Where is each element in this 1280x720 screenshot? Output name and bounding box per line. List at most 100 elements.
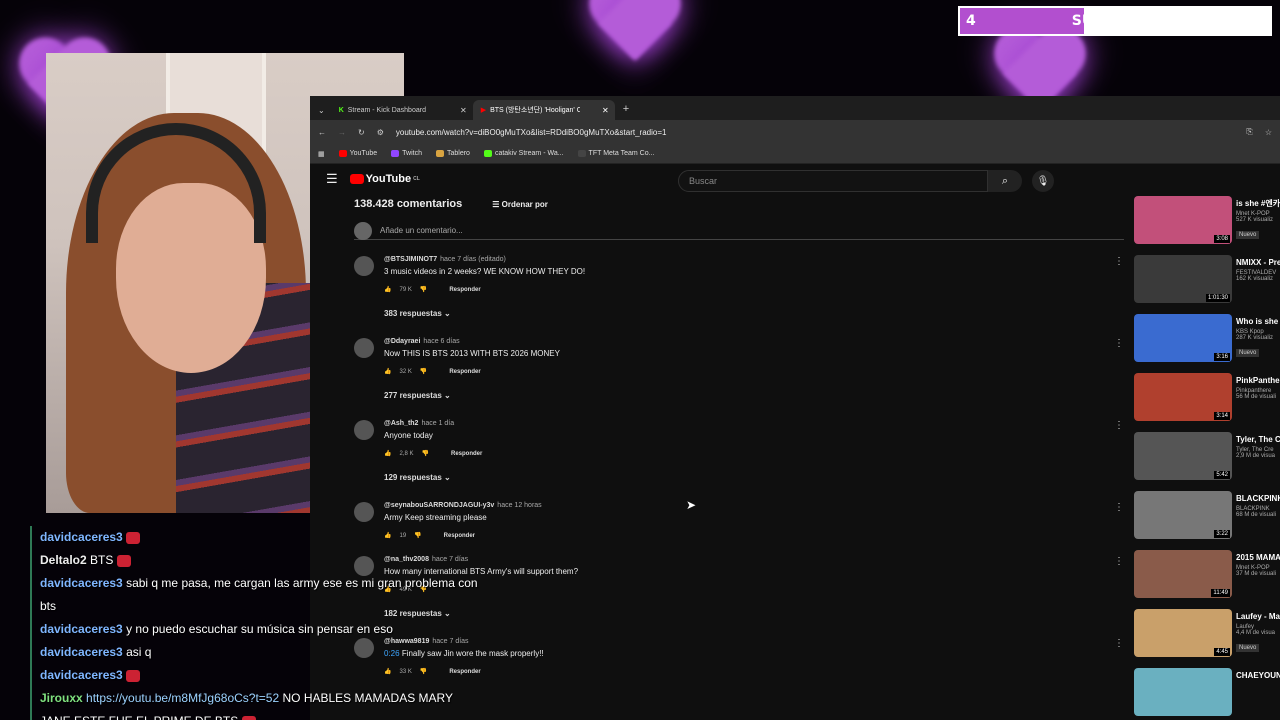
comment-time[interactable]: hace 6 días <box>423 338 459 345</box>
apps-icon[interactable]: ▦ <box>318 150 325 158</box>
kick-icon <box>483 150 492 157</box>
bookmark-tft-meta[interactable]: TFT Meta Team Co... <box>577 150 654 157</box>
reload-icon[interactable]: ↻ <box>358 128 365 137</box>
dislike-icon[interactable]: 👎 <box>420 368 427 375</box>
more-options-icon[interactable]: ⋮ <box>1114 420 1124 431</box>
chat-text: y no puedo escuchar su música sin pensar… <box>126 622 393 636</box>
search-input[interactable]: Buscar <box>678 170 988 192</box>
video-title[interactable]: is she #엔카 <box>1236 198 1280 209</box>
bookmark-star-icon[interactable]: ☆ <box>1265 128 1272 137</box>
chat-username[interactable]: davidcaceres3 <box>40 530 123 544</box>
chat-username[interactable]: davidcaceres3 <box>40 668 123 682</box>
tab-youtube-video[interactable]: ▶ BTS (방탄소년단) 'Hooligan' Of ✕ <box>472 100 615 120</box>
related-video[interactable]: 3:14 PinkPanther Zara LarssoPinkpanthere5… <box>1134 373 1280 423</box>
search-icon[interactable]: ⌕ <box>988 170 1022 192</box>
related-video[interactable]: 3:16 Who is she - 병크/MusicKBS Kpop287 K v… <box>1134 314 1280 364</box>
replies-toggle[interactable]: 129 respuestas ⌄ <box>384 473 482 482</box>
menu-icon[interactable]: ☰ <box>326 171 338 187</box>
like-icon[interactable]: 👍 <box>384 368 391 375</box>
replies-toggle[interactable]: 383 respuestas ⌄ <box>384 309 585 318</box>
comment-author[interactable]: @BTSJIMINOT7 <box>384 256 437 263</box>
comment-author[interactable]: @Ash_th2 <box>384 420 418 427</box>
chat-username[interactable]: davidcaceres3 <box>40 576 123 590</box>
video-title[interactable]: Tyler, The C Was Dead / <box>1236 434 1280 445</box>
video-title[interactable]: Laufey - Ma Music Video <box>1236 611 1280 622</box>
comment-actions: 👍 2,8 K 👎 Responder <box>384 450 482 458</box>
dislike-icon[interactable]: 👎 <box>422 450 429 457</box>
emote-icon <box>126 531 141 544</box>
video-meta: Laufey - Ma Music VideoLaufey4,4 M de vi… <box>1236 611 1280 654</box>
video-title[interactable]: Who is she - 병크/Music <box>1236 316 1280 327</box>
related-video[interactable]: 11:49 2015 MAMA BTS vs BlocMnet K-POP37 M… <box>1134 550 1280 600</box>
chat-message: davidcaceres3 sabi q me pasa, me cargan … <box>30 572 480 618</box>
new-badge: Nuevo <box>1236 231 1260 239</box>
dislike-icon[interactable]: 👎 <box>420 286 427 293</box>
tab-list-chevron-icon[interactable]: ⌄ <box>314 106 331 120</box>
like-icon[interactable]: 👍 <box>384 286 391 293</box>
more-options-icon[interactable]: ⋮ <box>1114 502 1124 513</box>
video-title[interactable]: CHAEYOUNG (Firecracker <box>1236 670 1280 681</box>
chat-message: davidcaceres3 <box>30 526 480 549</box>
comment-time[interactable]: hace 12 horas <box>497 502 541 509</box>
related-video[interactable]: 1:01:30 NMIXX - Pre Completa - FFESTIVALD… <box>1134 255 1280 305</box>
related-video[interactable]: 3:22 BLACKPINK BLACKPINK 68 M de visuali <box>1134 491 1280 541</box>
more-options-icon[interactable]: ⋮ <box>1114 338 1124 349</box>
replies-toggle[interactable]: 277 respuestas ⌄ <box>384 391 560 400</box>
video-title[interactable]: 2015 MAMA BTS vs Bloc <box>1236 552 1280 563</box>
related-video[interactable]: CHAEYOUNG (Firecracker <box>1134 668 1280 718</box>
add-comment-field[interactable]: Añade un comentario... <box>354 221 1124 240</box>
video-title[interactable]: BLACKPINK <box>1236 493 1280 504</box>
comment-author[interactable]: @Ddayraei <box>384 338 420 345</box>
related-video[interactable]: 3:08 is she #엔카 Mnet K-POP 527 K visualiz Nu… <box>1134 196 1280 246</box>
reply-button[interactable]: Responder <box>449 369 480 375</box>
video-thumbnail[interactable] <box>1134 668 1232 716</box>
related-video[interactable]: 4:45 Laufey - Ma Music VideoLaufey4,4 M d… <box>1134 609 1280 659</box>
avatar[interactable] <box>354 502 374 522</box>
chat-message: davidcaceres3 <box>30 664 480 687</box>
new-tab-button[interactable]: + <box>615 103 637 120</box>
bookmark-youtube[interactable]: YouTube <box>338 150 377 157</box>
bookmark-catakiv-stream[interactable]: catakiv Stream - Wa... <box>483 150 564 157</box>
chat-username[interactable]: Jirouxx <box>40 691 83 705</box>
video-meta: Who is she - 병크/MusicKBS Kpop287 K visua… <box>1236 316 1280 359</box>
chat-username[interactable]: Deltalo2 <box>40 553 87 567</box>
avatar[interactable] <box>354 338 374 358</box>
more-options-icon[interactable]: ⋮ <box>1114 638 1124 649</box>
avatar[interactable] <box>354 420 374 440</box>
mouse-cursor-icon: ➤ <box>686 498 697 512</box>
microphone-icon[interactable]: 🎙 <box>1032 170 1054 192</box>
comment-text: Army Keep streaming please <box>384 513 487 522</box>
reply-button[interactable]: Responder <box>451 451 482 457</box>
related-video[interactable]: 5:42 Tyler, The C Was Dead /Tyler, The Cr… <box>1134 432 1280 482</box>
video-title[interactable]: NMIXX - Pre Completa - F <box>1236 257 1280 268</box>
avatar <box>354 221 372 240</box>
comments-section: 138.428 comentarios ☰ Ordenar por Añade … <box>354 194 1124 240</box>
more-options-icon[interactable]: ⋮ <box>1114 556 1124 567</box>
chat-username[interactable]: davidcaceres3 <box>40 645 123 659</box>
install-icon[interactable]: ⎘ <box>1246 127 1252 137</box>
tab-kick-dashboard[interactable]: K Stream - Kick Dashboard ✕ <box>331 100 473 120</box>
close-icon[interactable]: ✕ <box>460 106 467 115</box>
back-icon[interactable]: ← <box>318 128 326 137</box>
site-info-icon[interactable]: ⚙ <box>377 128 384 137</box>
bookmark-twitch[interactable]: Twitch <box>391 150 422 157</box>
sort-button[interactable]: ☰ Ordenar por <box>492 200 548 209</box>
comment-author[interactable]: @seynabouSARRONDJAGUI-y3v <box>384 502 494 509</box>
video-title[interactable]: PinkPanther Zara Larsso <box>1236 375 1280 386</box>
avatar[interactable] <box>354 256 374 276</box>
more-options-icon[interactable]: ⋮ <box>1114 256 1124 267</box>
close-icon[interactable]: ✕ <box>602 106 609 115</box>
bookmark-tablero[interactable]: Tablero <box>435 150 470 157</box>
forward-icon[interactable]: → <box>338 128 346 137</box>
comment-time[interactable]: hace 1 día <box>421 420 454 427</box>
url-field[interactable]: youtube.com/watch?v=diBO0gMuTXo&list=RDd… <box>396 128 1235 137</box>
youtube-icon: ▶ <box>480 107 487 114</box>
youtube-logo[interactable]: YouTube CL <box>349 173 420 185</box>
stream-chat: davidcaceres3 Deltalo2 BTS davidcaceres3… <box>30 526 480 720</box>
chat-username[interactable]: davidcaceres3 <box>40 622 123 636</box>
chat-link[interactable]: https://youtu.be/m8MfJg68oCs?t=52 <box>86 691 279 705</box>
reply-button[interactable]: Responder <box>449 287 480 293</box>
comment-time[interactable]: hace 7 días (editado) <box>440 256 506 263</box>
like-icon[interactable]: 👍 <box>384 450 391 457</box>
chat-message: Deltalo2 BTS <box>30 549 480 572</box>
